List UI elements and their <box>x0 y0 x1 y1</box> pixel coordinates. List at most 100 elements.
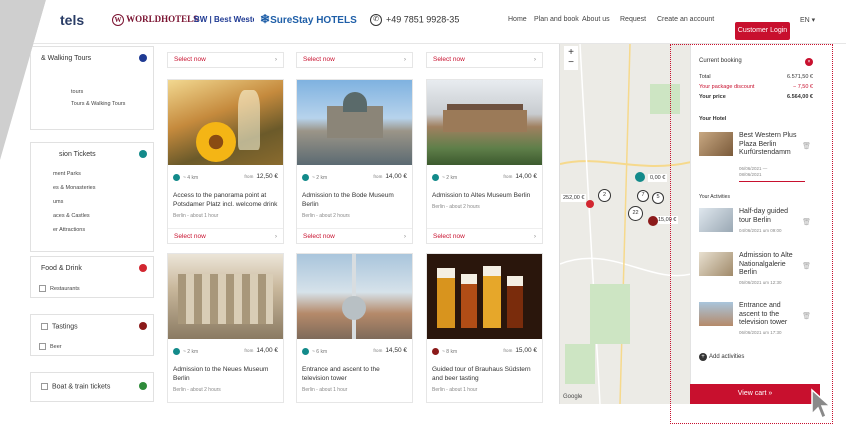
price-value: 14,00 € <box>256 347 278 354</box>
map-cluster[interactable]: 2 <box>598 189 611 202</box>
filter-group-title[interactable]: Tastings <box>41 323 78 330</box>
card-title[interactable]: Guided tour of Brauhaus Südstern and bee… <box>432 365 538 383</box>
brand-logo[interactable]: tels <box>60 12 84 28</box>
customer-login-button[interactable]: Customer Login <box>735 22 790 40</box>
filter-option[interactable]: ment Parks <box>53 171 81 177</box>
map-cluster[interactable]: 7 <box>637 190 649 202</box>
chevron-right-icon: › <box>403 56 406 63</box>
nav-about-us[interactable]: About us <box>582 16 610 23</box>
checkbox[interactable] <box>41 323 48 330</box>
filter-option[interactable]: er Attractions <box>53 227 85 233</box>
map-cluster[interactable]: 5 <box>652 192 664 204</box>
activity-card[interactable]: ~ 2 km from 14,00 € Admission to the Bode… <box>296 79 413 244</box>
select-now-button[interactable]: Select now › <box>168 228 283 243</box>
nav-create-account[interactable]: Create an account <box>657 16 714 23</box>
filter-option[interactable]: ums <box>53 199 63 205</box>
price-from: from <box>503 174 513 179</box>
distance-value: ~ 2 km <box>442 174 458 181</box>
nav-home[interactable]: Home <box>508 16 527 23</box>
stage: tels W WORLDHOTELS BW | Best Western Hot… <box>0 0 846 442</box>
activity-card[interactable]: ~ 8 km from 15,00 € Guided tour of Brauha… <box>426 253 543 403</box>
distance-value: ~ 4 km <box>183 174 199 181</box>
card-subtitle: Berlin - about 1 hour <box>302 387 348 393</box>
map-cluster[interactable]: 22 <box>628 206 643 221</box>
chevron-right-icon: › <box>274 233 277 240</box>
phone[interactable]: ✆ +49 7851 9928-35 <box>370 14 459 26</box>
filter-group-title[interactable]: Boat & train tickets <box>41 383 110 390</box>
map-price-label[interactable]: 0,00 € <box>648 174 668 182</box>
card-title[interactable]: Admission to the Neues Museum Berlin <box>173 365 279 383</box>
card-title[interactable]: Access to the panorama point at Potsdame… <box>173 191 279 209</box>
card-title[interactable]: Admission to Altes Museum Berlin <box>432 191 538 200</box>
card-distance: ~ 2 km <box>432 174 457 181</box>
card-price: from 12,50 € <box>244 173 278 180</box>
filter-group-admission-tickets: sion Tickets ment Parks es & Monasteries… <box>30 142 154 252</box>
select-now-button[interactable]: Select now › <box>296 52 413 68</box>
activity-card[interactable]: ~ 2 km from 14,00 € Admission to the Neue… <box>167 253 284 403</box>
card-title[interactable]: Entrance and ascent to the television to… <box>302 365 408 383</box>
filter-option[interactable]: es & Monasteries <box>53 185 96 191</box>
select-now-button[interactable]: Select now › <box>427 228 542 243</box>
filter-option[interactable]: aces & Castles <box>53 213 90 219</box>
filter-sidebar: & Walking Tours tours Tours & Walking To… <box>30 46 154 442</box>
activity-card[interactable]: ~ 6 km from 14,50 € Entrance and ascent t… <box>296 253 413 403</box>
activity-card[interactable]: ~ 2 km from 14,00 € Admission to Altes Mu… <box>426 79 543 244</box>
worldhotels-text: WORLDHOTELS <box>126 14 199 25</box>
select-now-label: Select now <box>174 233 206 240</box>
card-price: from 14,00 € <box>503 173 537 180</box>
card-image-bode-museum <box>297 80 412 165</box>
checkbox[interactable] <box>41 383 48 390</box>
card-title[interactable]: Admission to the Bode Museum Berlin <box>302 191 408 209</box>
filter-option[interactable]: Tours & Walking Tours <box>71 101 125 107</box>
price-from: from <box>244 348 254 353</box>
checkbox[interactable] <box>39 285 46 292</box>
select-now-label: Select now <box>174 56 206 63</box>
map-marker[interactable] <box>648 216 658 226</box>
activity-card[interactable]: ~ 4 km from 12,50 € Access to the panoram… <box>167 79 284 244</box>
filter-group-title[interactable]: Food & Drink <box>41 265 82 272</box>
category-color-dot <box>173 348 180 355</box>
filter-group-title[interactable]: sion Tickets <box>59 151 96 158</box>
price-value: 12,50 € <box>256 173 278 180</box>
distance-value: ~ 8 km <box>442 348 458 355</box>
map-marker[interactable] <box>635 172 645 182</box>
card-image-panorama <box>168 80 283 165</box>
bestwestern-logo[interactable]: BW | Best Western Hotels & Resorts <box>194 15 254 24</box>
filter-group-boat-train: Boat & train tickets <box>30 372 154 402</box>
filter-option-restaurants[interactable]: Restaurants <box>39 285 80 292</box>
category-color-dot <box>432 348 439 355</box>
surestay-logo[interactable]: ❄SureStay HOTELS <box>260 12 357 26</box>
select-now-button[interactable]: Select now › <box>426 52 543 68</box>
nav-plan-and-book[interactable]: Plan and book <box>534 16 579 23</box>
distance-value: ~ 2 km <box>183 348 199 355</box>
price-value: 14,00 € <box>385 173 407 180</box>
price-from: from <box>373 348 383 353</box>
category-color-dot <box>139 264 147 272</box>
phone-number: +49 7851 9928-35 <box>386 14 460 25</box>
category-color-dot <box>302 174 309 181</box>
card-subtitle: Berlin - about 2 hours <box>432 204 480 210</box>
select-now-button[interactable]: Select now › <box>167 52 284 68</box>
price-from: from <box>244 174 254 179</box>
worldhotels-logo[interactable]: W WORLDHOTELS <box>112 14 198 26</box>
map-marker[interactable] <box>586 200 594 208</box>
card-subtitle: Berlin - about 1 hour <box>173 213 219 219</box>
language-select[interactable]: EN ▾ <box>800 16 815 24</box>
filter-group-title[interactable]: & Walking Tours <box>41 55 91 62</box>
chevron-right-icon: › <box>403 233 406 240</box>
filter-group-tastings: Tastings Beer <box>30 314 154 356</box>
zoom-out-button[interactable]: − <box>564 56 578 70</box>
nav-request[interactable]: Request <box>620 16 646 23</box>
price-from: from <box>373 174 383 179</box>
card-distance: ~ 8 km <box>432 348 457 355</box>
checkbox[interactable] <box>39 343 46 350</box>
filter-option[interactable]: tours <box>71 89 83 95</box>
phone-icon: ✆ <box>370 14 382 26</box>
filter-option-label: Beer <box>50 343 62 350</box>
map-price-label[interactable]: 252,00 € <box>561 194 587 202</box>
filter-option-label: Restaurants <box>50 285 80 292</box>
filter-option-beer[interactable]: Beer <box>39 343 62 350</box>
select-now-button[interactable]: Select now › <box>297 228 412 243</box>
select-now-label: Select now <box>303 56 335 63</box>
price-value: 14,00 € <box>515 173 537 180</box>
